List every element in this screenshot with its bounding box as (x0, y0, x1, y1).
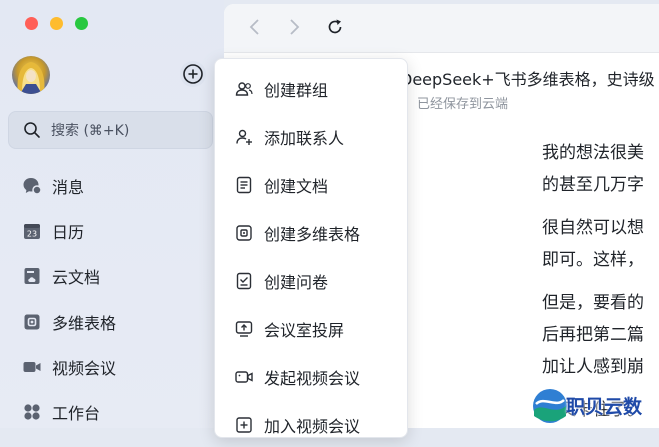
watermark-text: 职贝云数 (566, 396, 643, 418)
forward-button[interactable] (283, 16, 305, 38)
sidebar-item-cloud-docs[interactable]: 云文档 (0, 258, 224, 294)
chevron-right-icon (290, 19, 300, 35)
sidebar-item-label: 工作台 (52, 404, 101, 423)
menu-item-start-video-meeting[interactable]: 发起视频会议 (215, 355, 407, 399)
sidebar-item-video-meeting[interactable]: 视频会议 (0, 349, 224, 385)
sidebar: 搜索 (⌘+K) 消息 23 日历 云文档 多维表格 视频会议 工作台 (0, 0, 224, 428)
sidebar-item-label: 云文档 (52, 268, 101, 287)
window-minimize-button[interactable] (50, 17, 63, 30)
document-paragraph-line: 的甚至几万字 (542, 175, 644, 195)
document-icon (234, 175, 254, 195)
menu-item-label: 创建多维表格 (264, 225, 361, 244)
window-close-button[interactable] (25, 17, 38, 30)
base-table-icon (234, 223, 254, 243)
window-zoom-button[interactable] (75, 17, 88, 30)
sidebar-item-base[interactable]: 多维表格 (0, 304, 224, 340)
menu-item-create-group[interactable]: 创建群组 (215, 67, 407, 111)
sidebar-item-calendar[interactable]: 23 日历 (0, 213, 224, 249)
search-placeholder: 搜索 (⌘+K) (51, 123, 130, 139)
avatar[interactable] (12, 56, 50, 94)
document-paragraph-line: 后再把第二篇 (542, 325, 644, 345)
menu-item-room-screen-share[interactable]: 会议室投屏 (215, 307, 407, 351)
save-status: 已经保存到云端 (417, 97, 509, 112)
chat-bubble-icon (22, 176, 42, 196)
add-contact-icon (234, 127, 254, 147)
menu-item-label: 添加联系人 (264, 129, 345, 148)
reload-button[interactable] (324, 16, 346, 38)
sidebar-item-workspace[interactable]: 工作台 (0, 394, 224, 430)
menu-item-label: 发起视频会议 (264, 369, 361, 388)
menu-item-create-doc[interactable]: 创建文档 (215, 163, 407, 207)
watermark: 职贝云数 (530, 384, 659, 428)
menu-item-create-survey[interactable]: 创建问卷 (215, 259, 407, 303)
sidebar-item-label: 多维表格 (52, 314, 117, 333)
document-paragraph-line: 很自然可以想 (542, 218, 644, 238)
calendar-icon: 23 (22, 221, 42, 241)
survey-icon (234, 271, 254, 291)
menu-item-label: 加入视频会议 (264, 417, 361, 436)
menu-item-label: 会议室投屏 (264, 321, 345, 340)
cloud-doc-icon (22, 266, 42, 286)
sidebar-item-label: 日历 (52, 223, 85, 242)
create-menu: 创建群组 添加联系人 创建文档 创建多维表格 创建问卷 会议室投屏 发起视频会议… (214, 58, 408, 438)
sidebar-item-label: 消息 (52, 178, 85, 197)
back-button[interactable] (244, 16, 266, 38)
video-camera-icon (22, 357, 42, 377)
workspace-grid-icon (22, 402, 42, 422)
document-paragraph-line: 加让人感到崩 (542, 357, 644, 377)
menu-item-label: 创建文档 (264, 177, 329, 196)
video-camera-icon (234, 367, 254, 387)
document-paragraph-line: 我的想法很美 (542, 143, 644, 163)
menu-item-add-contact[interactable]: 添加联系人 (215, 115, 407, 159)
base-table-icon (22, 312, 42, 332)
document-paragraph-line: 但是，要看的 (542, 293, 644, 313)
menu-item-create-base[interactable]: 创建多维表格 (215, 211, 407, 255)
menu-item-label: 创建群组 (264, 81, 329, 100)
browser-toolbar (224, 4, 659, 53)
menu-item-label: 创建问卷 (264, 273, 329, 292)
search-input[interactable]: 搜索 (⌘+K) (8, 111, 213, 149)
calendar-day: 23 (27, 230, 37, 239)
reload-icon (328, 19, 342, 34)
document-paragraph-line: 即可。这样， (542, 250, 644, 270)
sidebar-item-label: 视频会议 (52, 359, 117, 378)
menu-item-join-video-meeting[interactable]: 加入视频会议 (215, 403, 407, 447)
sidebar-item-messages[interactable]: 消息 (0, 168, 224, 204)
chevron-left-icon (249, 19, 259, 35)
screen-share-icon (234, 319, 254, 339)
plus-circle-icon (183, 64, 203, 84)
create-new-button[interactable] (180, 61, 206, 87)
group-icon (234, 79, 254, 99)
document-title[interactable]: DeepSeek+飞书多维表格，史诗级 (400, 66, 655, 90)
watermark-logo-icon (533, 389, 567, 423)
join-meeting-icon (234, 415, 254, 435)
search-icon (23, 120, 43, 140)
